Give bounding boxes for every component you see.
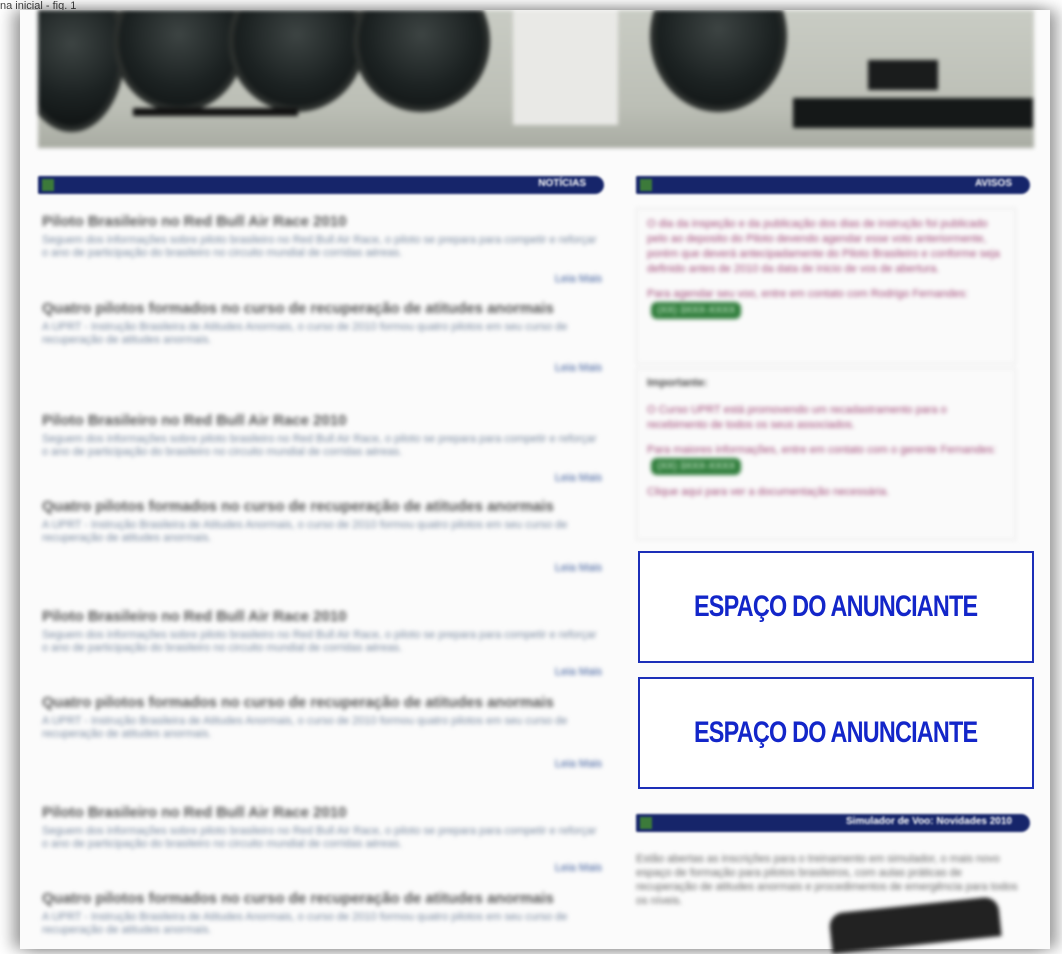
event-section-title: Simulador de Voo: Novidades 2010 <box>846 816 1012 827</box>
bullet-icon <box>42 179 54 191</box>
notices-section-title: AVISOS <box>974 178 1012 189</box>
read-more-link[interactable]: Leia Mais <box>555 362 602 374</box>
radio-display <box>868 60 938 90</box>
important-contact-text: Para maiores informações, entre em conta… <box>647 444 997 456</box>
news-item[interactable]: Piloto Brasileiro no Red Bull Air Race 2… <box>42 412 602 487</box>
gauge-icon <box>228 10 365 112</box>
news-item[interactable]: Piloto Brasileiro no Red Bull Air Race 2… <box>42 608 602 683</box>
advertiser-label: ESPAÇO DO ANUNCIANTE <box>694 716 978 749</box>
news-item[interactable]: Piloto Brasileiro no Red Bull Air Race 2… <box>42 213 602 288</box>
read-more-link[interactable]: Leia Mais <box>555 758 602 770</box>
news-title[interactable]: Piloto Brasileiro no Red Bull Air Race 2… <box>42 213 602 230</box>
news-summary: A UPRT - Instrução Brasileira de Atitude… <box>42 519 568 544</box>
news-section-header: NOTÍCIAS <box>38 176 604 194</box>
news-title[interactable]: Quatro pilotos formados no curso de recu… <box>42 300 602 317</box>
news-title[interactable]: Piloto Brasileiro no Red Bull Air Race 2… <box>42 608 602 625</box>
news-title[interactable]: Piloto Brasileiro no Red Bull Air Race 2… <box>42 804 602 821</box>
notice-contact-text: Para agendar seu voo, entre em contato c… <box>647 288 969 300</box>
read-more-link[interactable]: Leia Mais <box>555 562 602 574</box>
news-summary: A UPRT - Instrução Brasileira de Atitude… <box>42 321 568 346</box>
bullet-icon <box>640 817 652 829</box>
notice-paragraph: O dia da inspeção e da publicação dos di… <box>647 218 1000 275</box>
news-section-title: NOTÍCIAS <box>538 178 586 189</box>
page-frame: NOTÍCIAS Piloto Brasileiro no Red Bull A… <box>20 10 1050 949</box>
important-paragraph: O Curso UPRT está promovendo um recadast… <box>647 404 947 431</box>
important-box: Importante: O Curso UPRT está promovendo… <box>636 368 1016 540</box>
news-summary: Seguem dos informações sobre piloto bras… <box>42 629 597 654</box>
header-banner-photo <box>38 10 1034 148</box>
panel-strip <box>133 108 298 116</box>
gauge-icon <box>650 10 787 112</box>
news-item[interactable]: Quatro pilotos formados no curso de recu… <box>42 890 602 949</box>
gauge-icon <box>38 10 125 132</box>
avionics-strip <box>793 98 1033 128</box>
bullet-icon <box>640 179 652 191</box>
advertiser-space[interactable]: ESPAÇO DO ANUNCIANTE <box>638 677 1034 789</box>
notice-contact: Para agendar seu voo, entre em contato c… <box>647 287 1005 319</box>
instrument-panel-display <box>513 10 618 125</box>
read-more-link[interactable]: Leia Mais <box>555 472 602 484</box>
important-label: Importante: <box>647 377 708 389</box>
news-title[interactable]: Quatro pilotos formados no curso de recu… <box>42 498 602 515</box>
news-item[interactable]: Quatro pilotos formados no curso de recu… <box>42 498 602 574</box>
news-summary: Seguem dos informações sobre piloto bras… <box>42 234 597 259</box>
news-item[interactable]: Piloto Brasileiro no Red Bull Air Race 2… <box>42 804 602 879</box>
news-summary: Seguem dos informações sobre piloto bras… <box>42 433 597 458</box>
important-contact: Para maiores informações, entre em conta… <box>647 443 1005 475</box>
news-summary: A UPRT - Instrução Brasileira de Atitude… <box>42 715 568 740</box>
news-summary: A UPRT - Instrução Brasileira de Atitude… <box>42 911 568 936</box>
read-more-link[interactable]: Leia Mais <box>555 666 602 678</box>
news-item[interactable]: Quatro pilotos formados no curso de recu… <box>42 694 602 770</box>
news-title[interactable]: Quatro pilotos formados no curso de recu… <box>42 890 602 907</box>
gauge-icon <box>113 10 245 112</box>
gauge-icon <box>353 10 490 112</box>
news-summary: Seguem dos informações sobre piloto bras… <box>42 825 597 850</box>
advertiser-label: ESPAÇO DO ANUNCIANTE <box>694 590 978 623</box>
read-more-link[interactable]: Leia Mais <box>555 862 602 874</box>
news-title[interactable]: Piloto Brasileiro no Red Bull Air Race 2… <box>42 412 602 429</box>
news-item[interactable]: Quatro pilotos formados no curso de recu… <box>42 300 602 375</box>
read-more-link[interactable]: Leia Mais <box>555 273 602 285</box>
notices-section-header: AVISOS <box>636 176 1030 194</box>
event-section-header: Simulador de Voo: Novidades 2010 <box>636 814 1030 832</box>
phone-badge: (XX) 3XXX-XXXX <box>651 302 742 319</box>
news-title[interactable]: Quatro pilotos formados no curso de recu… <box>42 694 602 711</box>
advertiser-space[interactable]: ESPAÇO DO ANUNCIANTE <box>638 551 1034 663</box>
phone-badge: (XX) 3XXX-XXXX <box>651 458 742 475</box>
notice-box: O dia da inspeção e da publicação dos di… <box>636 208 1016 364</box>
documentation-link[interactable]: Clique aqui para ver a documentação nece… <box>647 485 1005 500</box>
